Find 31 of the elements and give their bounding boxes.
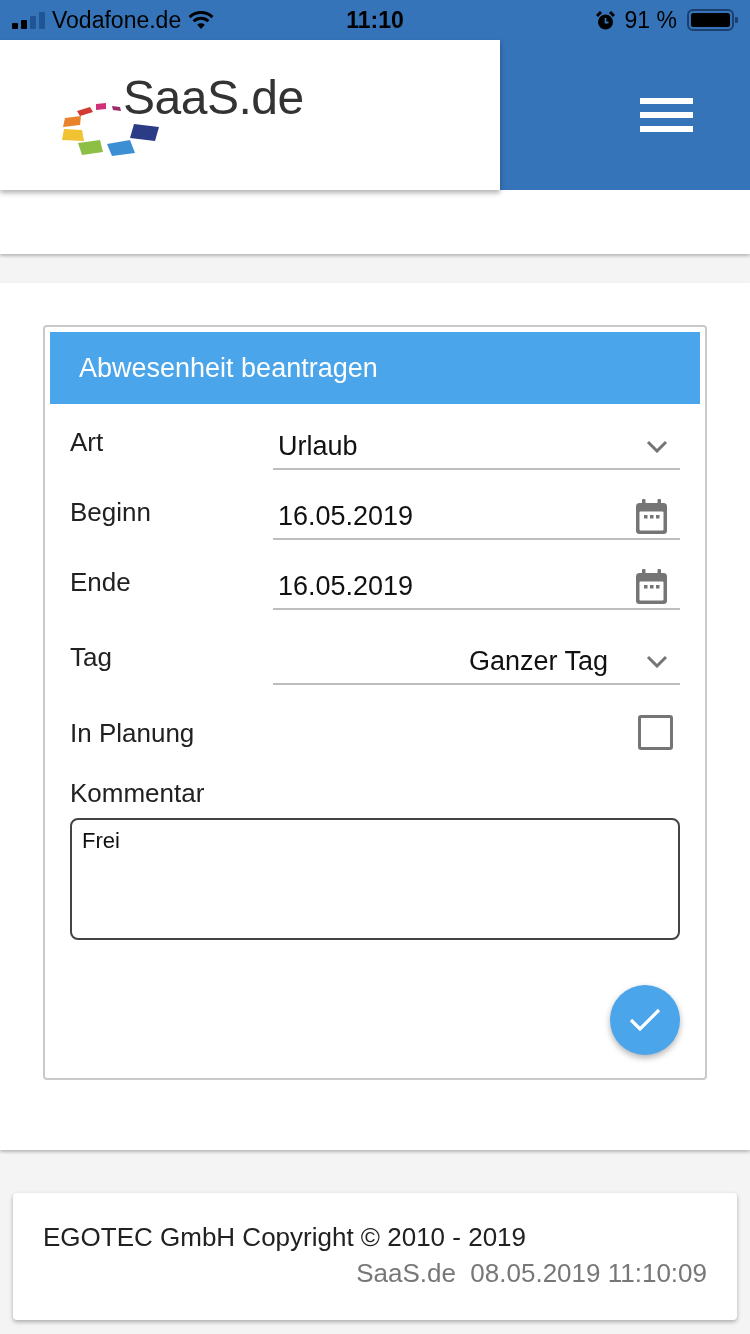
carrier-text: Vodafone.de xyxy=(52,6,182,34)
check-icon xyxy=(629,1008,661,1032)
chevron-down-icon xyxy=(646,439,668,453)
battery-percent: 91 % xyxy=(624,6,677,34)
date-field[interactable]: 16.05.2019 xyxy=(273,490,680,540)
calendar-icon xyxy=(636,498,667,534)
field-label: Ende xyxy=(70,567,132,597)
field-label: In Planung xyxy=(70,717,196,748)
battery-icon xyxy=(687,9,738,31)
field-label: Beginn xyxy=(70,497,152,527)
field-label: Kommentar xyxy=(70,778,206,808)
copyright-text: EGOTEC GmbH Copyright © 2010 - 2019 xyxy=(43,1222,527,1252)
alarm-clock-icon xyxy=(595,10,615,30)
form-header: Abwesenheit beantragen xyxy=(50,332,700,404)
logo-text: SaaS.de xyxy=(123,74,304,122)
comment-field[interactable]: Frei xyxy=(70,818,680,940)
checkbox[interactable] xyxy=(638,715,673,750)
timestamp-text: SaaS.de 08.05.2019 11:10:09 xyxy=(356,1258,707,1288)
clock-time: 11:10 xyxy=(346,6,404,34)
date-field[interactable]: 16.05.2019 xyxy=(273,560,680,610)
field-label: Art xyxy=(70,427,105,457)
menu-icon xyxy=(640,98,693,132)
wifi-icon xyxy=(188,10,215,30)
menu-button[interactable] xyxy=(640,98,693,132)
submit-button[interactable] xyxy=(610,985,680,1055)
signal-icon xyxy=(12,11,45,29)
select-field[interactable]: Urlaub xyxy=(273,420,680,470)
calendar-icon xyxy=(636,568,667,604)
field-label: Tag xyxy=(70,642,113,672)
chevron-down-icon xyxy=(646,654,668,668)
select-field[interactable]: Ganzer Tag xyxy=(273,635,680,685)
